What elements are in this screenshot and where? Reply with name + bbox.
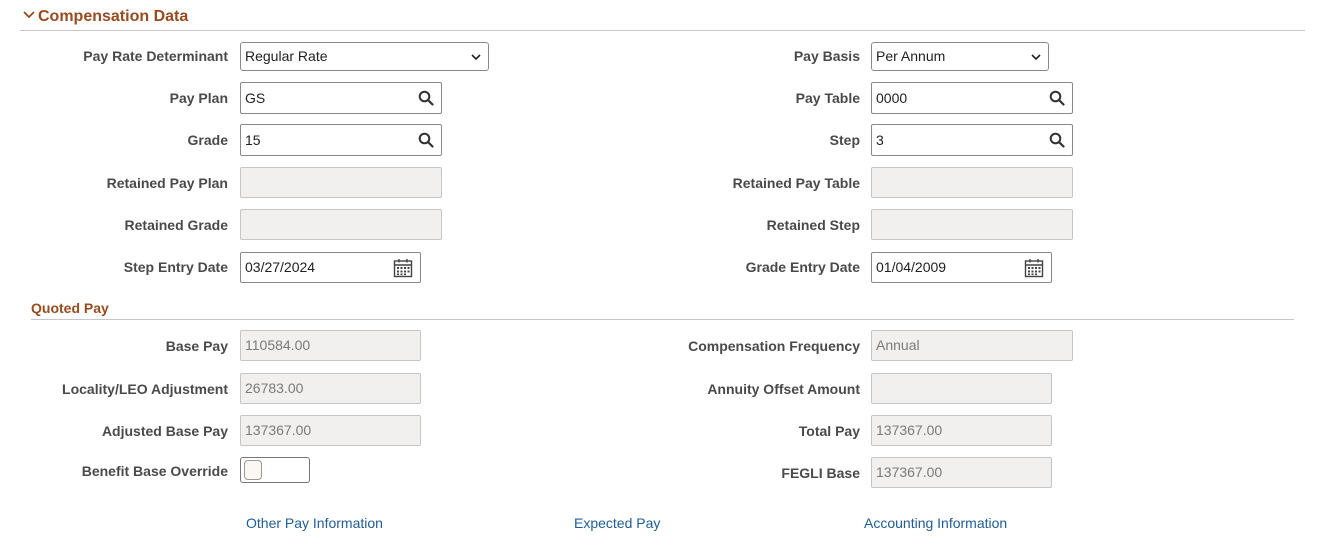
retained-step-field	[871, 209, 1073, 240]
step-input[interactable]: 3	[871, 124, 1073, 156]
grade-entry-date-input[interactable]: 01/04/2009	[871, 252, 1052, 283]
chevron-down-icon	[1031, 54, 1041, 61]
pay-rate-determinant-label: Pay Rate Determinant	[83, 48, 228, 64]
total-pay-label: Total Pay	[798, 423, 860, 439]
step-entry-date-input[interactable]: 03/27/2024	[240, 252, 421, 283]
toggle-knob	[244, 460, 262, 480]
total-pay-field: 137367.00	[871, 415, 1052, 446]
pay-plan-input[interactable]: GS	[240, 82, 442, 114]
fegli-base-label: FEGLI Base	[781, 465, 860, 481]
locality-adjustment-label: Locality/LEO Adjustment	[62, 381, 228, 397]
pay-plan-value: GS	[245, 90, 266, 106]
chevron-down-icon	[23, 11, 35, 19]
adjusted-base-pay-field: 137367.00	[240, 415, 421, 446]
compensation-data-section-header[interactable]: Compensation Data	[20, 6, 1305, 31]
quoted-pay-header: Quoted Pay	[31, 298, 1294, 320]
retained-pay-plan-field	[240, 167, 442, 198]
fegli-base-field: 137367.00	[871, 457, 1052, 488]
expected-pay-link[interactable]: Expected Pay	[574, 515, 660, 531]
adjusted-base-pay-label: Adjusted Base Pay	[101, 423, 228, 439]
grade-entry-date-value: 01/04/2009	[876, 259, 947, 275]
retained-pay-table-label: Retained Pay Table	[732, 175, 860, 191]
chevron-down-icon	[471, 54, 481, 61]
search-icon[interactable]	[1049, 90, 1065, 106]
calendar-icon[interactable]	[1024, 258, 1044, 278]
step-label: Step	[829, 132, 860, 148]
pay-rate-determinant-value: Regular Rate	[245, 48, 328, 64]
calendar-icon[interactable]	[393, 258, 413, 278]
retained-grade-label: Retained Grade	[124, 217, 228, 233]
base-pay-field: 110584.00	[240, 330, 421, 361]
pay-table-label: Pay Table	[795, 90, 860, 106]
step-entry-date-value: 03/27/2024	[245, 259, 316, 275]
benefit-base-override-toggle[interactable]	[240, 457, 310, 483]
pay-plan-label: Pay Plan	[169, 90, 228, 106]
retained-pay-plan-label: Retained Pay Plan	[106, 175, 228, 191]
quoted-pay-title: Quoted Pay	[31, 300, 109, 316]
section-title: Compensation Data	[38, 8, 189, 25]
pay-table-input[interactable]: 0000	[871, 82, 1073, 114]
pay-table-value: 0000	[876, 90, 908, 106]
step-value: 3	[876, 132, 884, 148]
grade-input[interactable]: 15	[240, 124, 442, 156]
grade-label: Grade	[187, 132, 228, 148]
locality-adjustment-field: 26783.00	[240, 373, 421, 404]
annuity-offset-amount-field	[871, 373, 1052, 404]
search-icon[interactable]	[1049, 132, 1065, 148]
search-icon[interactable]	[418, 90, 434, 106]
base-pay-label: Base Pay	[165, 338, 228, 354]
benefit-base-override-label: Benefit Base Override	[81, 463, 228, 479]
grade-value: 15	[245, 132, 261, 148]
pay-rate-determinant-select[interactable]: Regular Rate	[240, 42, 489, 71]
retained-grade-field	[240, 209, 442, 240]
retained-pay-table-field	[871, 167, 1073, 198]
step-entry-date-label: Step Entry Date	[123, 259, 228, 275]
compensation-frequency-label: Compensation Frequency	[688, 338, 860, 354]
compensation-frequency-field: Annual	[871, 330, 1073, 361]
other-pay-information-link[interactable]: Other Pay Information	[246, 515, 383, 531]
annuity-offset-amount-label: Annuity Offset Amount	[707, 381, 860, 397]
pay-basis-select[interactable]: Per Annum	[871, 42, 1049, 71]
grade-entry-date-label: Grade Entry Date	[745, 259, 860, 275]
retained-step-label: Retained Step	[766, 217, 860, 233]
pay-basis-value: Per Annum	[876, 48, 946, 64]
accounting-information-link[interactable]: Accounting Information	[864, 515, 1007, 531]
pay-basis-label: Pay Basis	[793, 48, 860, 64]
search-icon[interactable]	[418, 132, 434, 148]
